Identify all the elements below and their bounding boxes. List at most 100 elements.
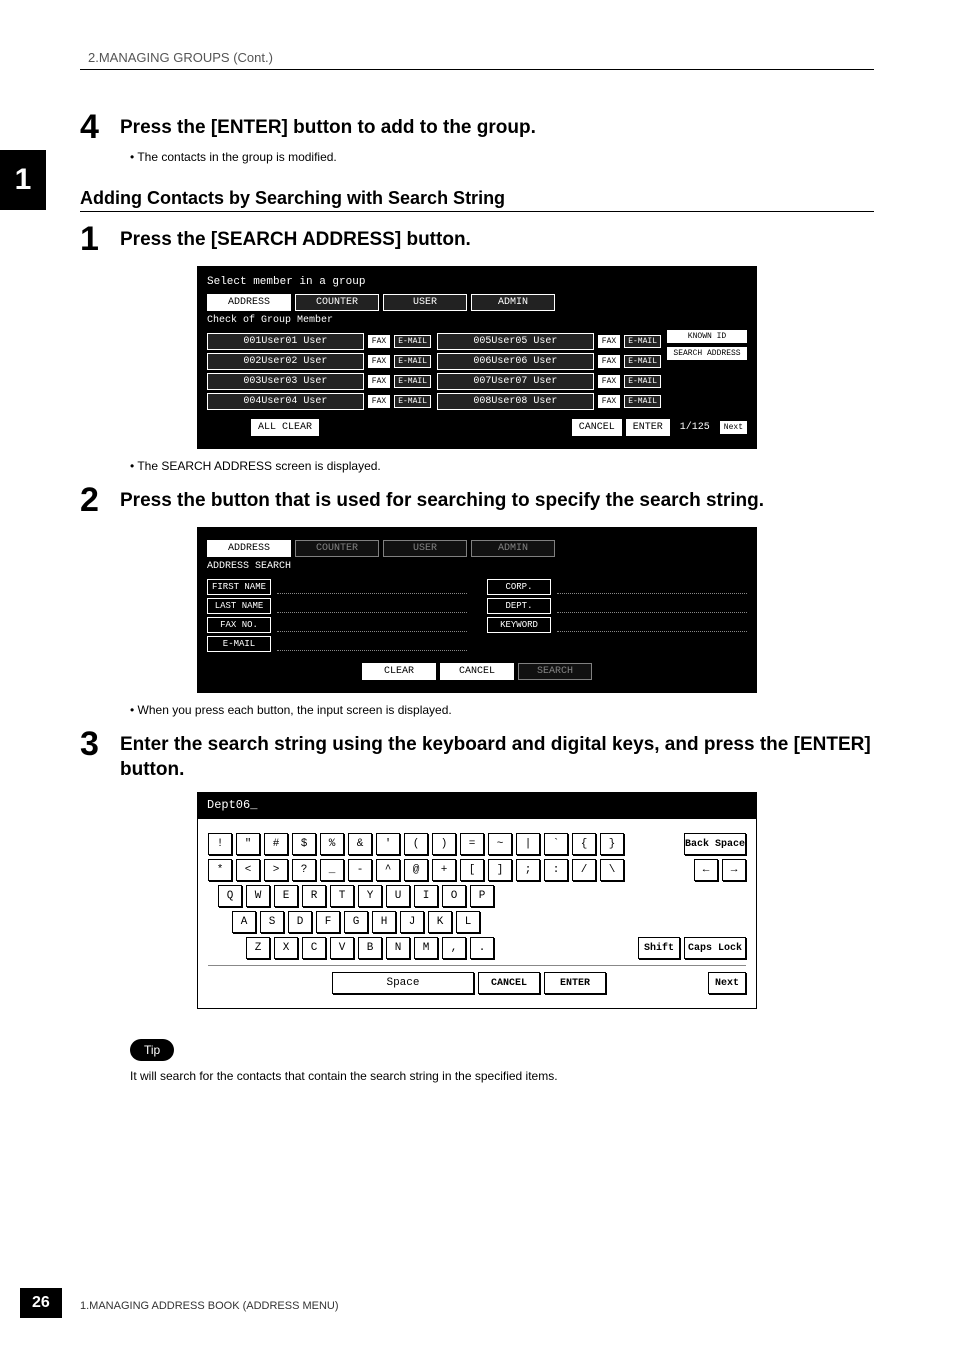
dept-button[interactable]: DEPT. [487, 598, 551, 614]
list-item[interactable]: 001User01 User [207, 333, 364, 350]
key[interactable]: " [236, 833, 260, 855]
next-button[interactable]: Next [720, 421, 747, 434]
key[interactable]: U [386, 885, 410, 907]
key[interactable]: ] [488, 859, 512, 881]
fax-badge[interactable]: FAX [368, 335, 390, 348]
list-item[interactable]: 003User03 User [207, 373, 364, 390]
key[interactable]: ) [432, 833, 456, 855]
key[interactable]: $ [292, 833, 316, 855]
key[interactable]: < [236, 859, 260, 881]
key[interactable]: * [208, 859, 232, 881]
key[interactable]: : [544, 859, 568, 881]
list-item[interactable]: 008User08 User [437, 393, 594, 410]
key[interactable]: . [470, 937, 494, 959]
enter-button[interactable]: ENTER [626, 419, 670, 436]
key[interactable]: = [460, 833, 484, 855]
email-badge[interactable]: E-MAIL [394, 395, 431, 408]
key[interactable]: R [302, 885, 326, 907]
key[interactable]: > [264, 859, 288, 881]
email-badge[interactable]: E-MAIL [394, 335, 431, 348]
email-badge[interactable]: E-MAIL [394, 375, 431, 388]
key[interactable]: Z [246, 937, 270, 959]
key[interactable]: D [288, 911, 312, 933]
tab-address[interactable]: ADDRESS [207, 540, 291, 557]
key[interactable]: , [442, 937, 466, 959]
first-name-button[interactable]: FIRST NAME [207, 579, 271, 595]
key[interactable]: B [358, 937, 382, 959]
tab-admin[interactable]: ADMIN [471, 294, 555, 311]
fax-badge[interactable]: FAX [368, 355, 390, 368]
known-id-button[interactable]: KNOWN ID [667, 330, 747, 343]
tab-user[interactable]: USER [383, 294, 467, 311]
cancel-button[interactable]: CANCEL [572, 419, 622, 436]
cancel-button[interactable]: CANCEL [440, 663, 514, 680]
key[interactable]: A [232, 911, 256, 933]
key[interactable]: V [330, 937, 354, 959]
fax-badge[interactable]: FAX [598, 375, 620, 388]
key[interactable]: ( [404, 833, 428, 855]
key[interactable]: E [274, 885, 298, 907]
key[interactable]: C [302, 937, 326, 959]
email-badge[interactable]: E-MAIL [624, 335, 661, 348]
list-item[interactable]: 005User05 User [437, 333, 594, 350]
tab-counter[interactable]: COUNTER [295, 294, 379, 311]
key[interactable]: ! [208, 833, 232, 855]
key[interactable]: [ [460, 859, 484, 881]
backspace-key[interactable]: Back Space [684, 833, 746, 855]
shift-key[interactable]: Shift [638, 937, 680, 959]
key[interactable]: N [386, 937, 410, 959]
email-badge[interactable]: E-MAIL [394, 355, 431, 368]
next-key[interactable]: Next [708, 972, 746, 994]
fax-badge[interactable]: FAX [368, 375, 390, 388]
key[interactable]: S [260, 911, 284, 933]
fax-badge[interactable]: FAX [598, 335, 620, 348]
key[interactable]: F [316, 911, 340, 933]
key[interactable]: W [246, 885, 270, 907]
key[interactable]: + [432, 859, 456, 881]
keyword-button[interactable]: KEYWORD [487, 617, 551, 633]
key[interactable]: } [600, 833, 624, 855]
key[interactable]: O [442, 885, 466, 907]
key[interactable]: ; [516, 859, 540, 881]
key[interactable]: ` [544, 833, 568, 855]
key[interactable]: - [348, 859, 372, 881]
key[interactable]: K [428, 911, 452, 933]
key[interactable]: L [456, 911, 480, 933]
list-item[interactable]: 007User07 User [437, 373, 594, 390]
list-item[interactable]: 004User04 User [207, 393, 364, 410]
key[interactable]: H [372, 911, 396, 933]
key[interactable]: J [400, 911, 424, 933]
key[interactable]: Y [358, 885, 382, 907]
key[interactable]: T [330, 885, 354, 907]
key[interactable]: | [516, 833, 540, 855]
cancel-key[interactable]: CANCEL [478, 972, 540, 994]
caps-lock-key[interactable]: Caps Lock [684, 937, 746, 959]
clear-button[interactable]: CLEAR [362, 663, 436, 680]
key[interactable]: Q [218, 885, 242, 907]
key[interactable]: { [572, 833, 596, 855]
search-address-button[interactable]: SEARCH ADDRESS [667, 347, 747, 360]
fax-badge[interactable]: FAX [368, 395, 390, 408]
list-item[interactable]: 002User02 User [207, 353, 364, 370]
fax-badge[interactable]: FAX [598, 395, 620, 408]
key[interactable]: \ [600, 859, 624, 881]
corp-button[interactable]: CORP. [487, 579, 551, 595]
arrow-right-key[interactable]: → [722, 859, 746, 881]
key[interactable]: ~ [488, 833, 512, 855]
key[interactable]: P [470, 885, 494, 907]
enter-key[interactable]: ENTER [544, 972, 606, 994]
arrow-left-key[interactable]: ← [694, 859, 718, 881]
key[interactable]: ? [292, 859, 316, 881]
key[interactable]: I [414, 885, 438, 907]
key[interactable]: M [414, 937, 438, 959]
list-item[interactable]: 006User06 User [437, 353, 594, 370]
email-badge[interactable]: E-MAIL [624, 395, 661, 408]
email-badge[interactable]: E-MAIL [624, 355, 661, 368]
key[interactable]: _ [320, 859, 344, 881]
key[interactable]: ^ [376, 859, 400, 881]
last-name-button[interactable]: LAST NAME [207, 598, 271, 614]
key[interactable]: % [320, 833, 344, 855]
key[interactable]: / [572, 859, 596, 881]
space-key[interactable]: Space [332, 972, 474, 994]
fax-no-button[interactable]: FAX NO. [207, 617, 271, 633]
